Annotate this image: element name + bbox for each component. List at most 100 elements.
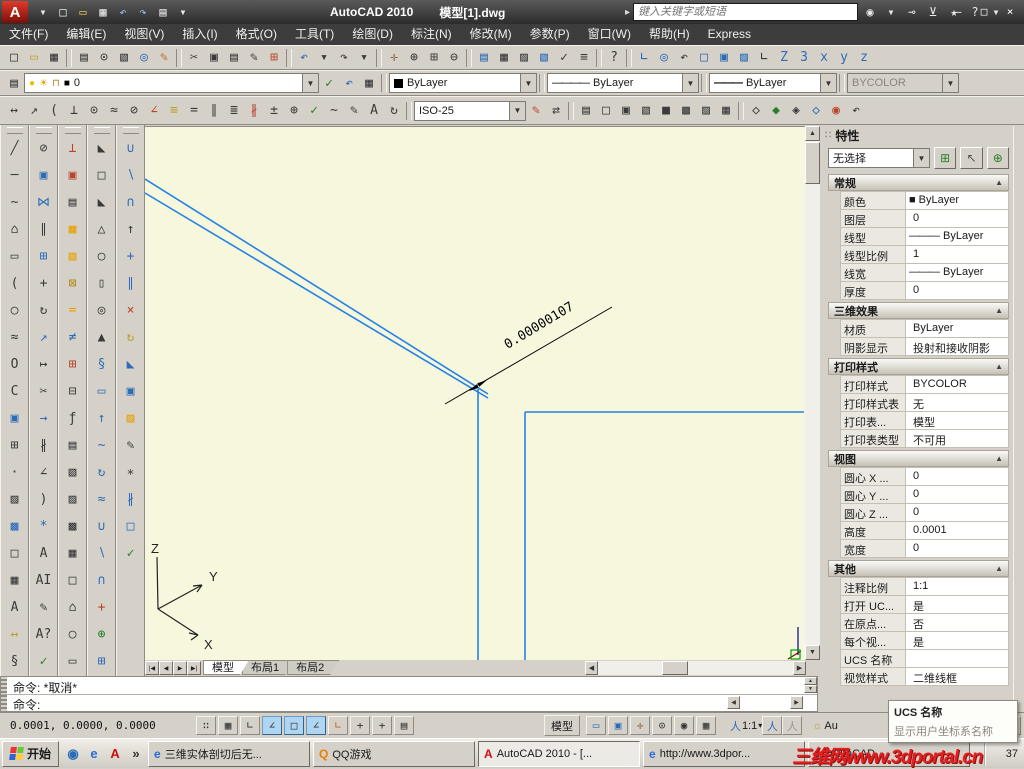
minimize-button[interactable]: — <box>948 3 968 19</box>
diameter-dimension-icon[interactable]: ⊘ <box>124 101 144 121</box>
dropdown-arrow-icon[interactable]: ▼ <box>913 149 929 167</box>
markup-set-manager-icon[interactable]: ✓ <box>554 48 574 68</box>
property-value[interactable]: 投射和接收阴影 <box>906 338 1009 356</box>
help-icon[interactable]: ? <box>604 48 624 68</box>
clip-viewport-icon[interactable]: ▭ <box>62 650 84 672</box>
command-scroll-down-button[interactable]: ▼ <box>804 685 817 693</box>
snap-toggle[interactable]: ∷ <box>196 716 216 735</box>
arc-icon[interactable]: ( <box>4 272 26 294</box>
dim-constraint-show-icon[interactable]: = <box>62 299 84 321</box>
menu-item[interactable]: Express <box>699 24 760 45</box>
osnap-toggle[interactable]: □ <box>284 716 304 735</box>
block-editor-icon[interactable]: ⊞ <box>264 48 284 68</box>
infocenter-search-input[interactable] <box>633 3 859 21</box>
infocenter-expander-icon[interactable]: ▸ <box>625 7 630 18</box>
explode-icon[interactable]: * <box>33 515 55 537</box>
single-viewport-icon[interactable]: □ <box>62 569 84 591</box>
property-value[interactable]: 0 <box>906 468 1009 486</box>
vs-3d-hidden-icon[interactable]: ▣ <box>616 101 636 121</box>
aligned-dimension-icon[interactable]: ↗ <box>24 101 44 121</box>
circle-icon[interactable]: ○ <box>4 299 26 321</box>
3d-dwf-icon[interactable]: ◎ <box>134 48 154 68</box>
property-value[interactable]: 是 <box>906 596 1009 614</box>
property-value[interactable]: 模型 <box>906 412 1009 430</box>
undo-icon[interactable]: ↶ <box>114 3 132 21</box>
sphere-icon[interactable]: ○ <box>91 245 113 267</box>
3d-rotate-icon[interactable]: ⊕ <box>91 623 113 645</box>
menu-item[interactable]: 工具(T) <box>286 24 343 45</box>
ungroup-icon[interactable]: ⊟ <box>62 380 84 402</box>
select-objects-icon[interactable]: ↖ <box>960 147 983 169</box>
chamfer-icon[interactable]: ∠ <box>33 461 55 483</box>
property-value[interactable]: 0 <box>906 210 1009 228</box>
cylinder-icon[interactable]: ▯ <box>91 272 113 294</box>
property-value[interactable]: 0 <box>906 282 1009 300</box>
separate-icon[interactable]: ∦ <box>120 488 142 510</box>
open-icon[interactable]: ▭ <box>74 3 92 21</box>
erase-icon[interactable]: ⊘ <box>33 137 55 159</box>
sheet-set-manager-icon[interactable]: ▧ <box>534 48 554 68</box>
menu-item[interactable]: 格式(O) <box>227 24 286 45</box>
revolve-icon[interactable]: ↻ <box>91 461 113 483</box>
zoom-realtime-icon[interactable]: ⊕ <box>404 48 424 68</box>
mtext-icon[interactable]: A <box>4 596 26 618</box>
jogged-dimension-icon[interactable]: ≈ <box>104 101 124 121</box>
match-properties-icon[interactable]: ✎ <box>244 48 264 68</box>
rotate-faces-icon[interactable]: ↻ <box>120 326 142 348</box>
scroll-up-button[interactable]: ▲ <box>805 126 820 141</box>
properties-icon[interactable]: ▤ <box>474 48 494 68</box>
property-value[interactable]: 无 <box>906 394 1009 412</box>
line-icon[interactable]: ╱ <box>4 137 26 159</box>
collapse-arrow-icon[interactable]: ▲ <box>995 362 1003 371</box>
last-tab-button[interactable]: ▶| <box>187 661 201 675</box>
wedge-icon[interactable]: ◣ <box>91 191 113 213</box>
fillet-icon[interactable]: ) <box>33 488 55 510</box>
publish-icon[interactable]: ▧ <box>114 48 134 68</box>
zoom-icon[interactable]: ⊙ <box>652 716 672 735</box>
pyramid-icon[interactable]: ▲ <box>91 326 113 348</box>
menu-browser-arrow-icon[interactable]: ▾ <box>34 3 52 21</box>
menu-item[interactable]: 插入(I) <box>173 24 226 45</box>
lineweight-toggle[interactable]: + <box>372 716 392 735</box>
property-value[interactable] <box>906 650 1009 668</box>
ordinate-dimension-icon[interactable]: ⊥ <box>64 101 84 121</box>
ucs-z-rotate-icon[interactable]: z <box>854 48 874 68</box>
imprint-icon[interactable]: ✎ <box>120 434 142 456</box>
rectangle-icon[interactable]: ▭ <box>4 245 26 267</box>
tab-layout1[interactable]: 布局1 <box>242 660 294 675</box>
dropdown-arrow-icon[interactable]: ▼ <box>509 101 525 120</box>
spell-check-icon[interactable]: ✓ <box>33 650 55 672</box>
dim-style-combo[interactable]: ISO-25 ▼ <box>414 100 526 121</box>
layer-states-icon[interactable]: ▦ <box>359 73 379 93</box>
intersect-icon[interactable]: ∩ <box>120 191 142 213</box>
ucs-3point-icon[interactable]: 3 <box>794 48 814 68</box>
property-value[interactable]: ——— ByLayer <box>906 264 1009 282</box>
script-icon[interactable]: § <box>4 650 26 672</box>
table-icon[interactable]: ▦ <box>4 569 26 591</box>
polyline-icon[interactable]: ~ <box>4 191 26 213</box>
section-header[interactable]: 常规 ▲ <box>828 174 1009 191</box>
polysolid-icon[interactable]: ◣ <box>91 137 113 159</box>
page-setup-icon[interactable]: ✎ <box>154 48 174 68</box>
zoom-previous-icon[interactable]: ⊖ <box>444 48 464 68</box>
save-icon[interactable]: ▦ <box>94 3 112 21</box>
shell-icon[interactable]: □ <box>120 515 142 537</box>
move-faces-icon[interactable]: + <box>120 245 142 267</box>
ie-icon[interactable]: e <box>85 745 103 763</box>
vertical-scroll-thumb[interactable] <box>805 142 820 184</box>
ucs-zaxis-icon[interactable]: Z <box>774 48 794 68</box>
constrained-orbit-icon[interactable]: ◇ <box>746 101 766 121</box>
model-space-button[interactable]: 模型 <box>544 715 580 736</box>
redo-icon[interactable]: ↷ <box>134 3 152 21</box>
property-value[interactable]: 二维线框 <box>906 668 1009 686</box>
union-icon[interactable]: ∪ <box>120 137 142 159</box>
extend-icon[interactable]: → <box>33 407 55 429</box>
property-value[interactable]: 是 <box>906 632 1009 650</box>
hatch-icon[interactable]: ▨ <box>4 488 26 510</box>
rotate-icon[interactable]: ↻ <box>33 299 55 321</box>
designcenter-icon[interactable]: ▦ <box>494 48 514 68</box>
save-icon[interactable]: ▦ <box>44 48 64 68</box>
box-icon[interactable]: □ <box>91 164 113 186</box>
quick-select-icon[interactable]: ⊕ <box>986 147 1009 169</box>
extrude-icon[interactable]: ↑ <box>91 407 113 429</box>
